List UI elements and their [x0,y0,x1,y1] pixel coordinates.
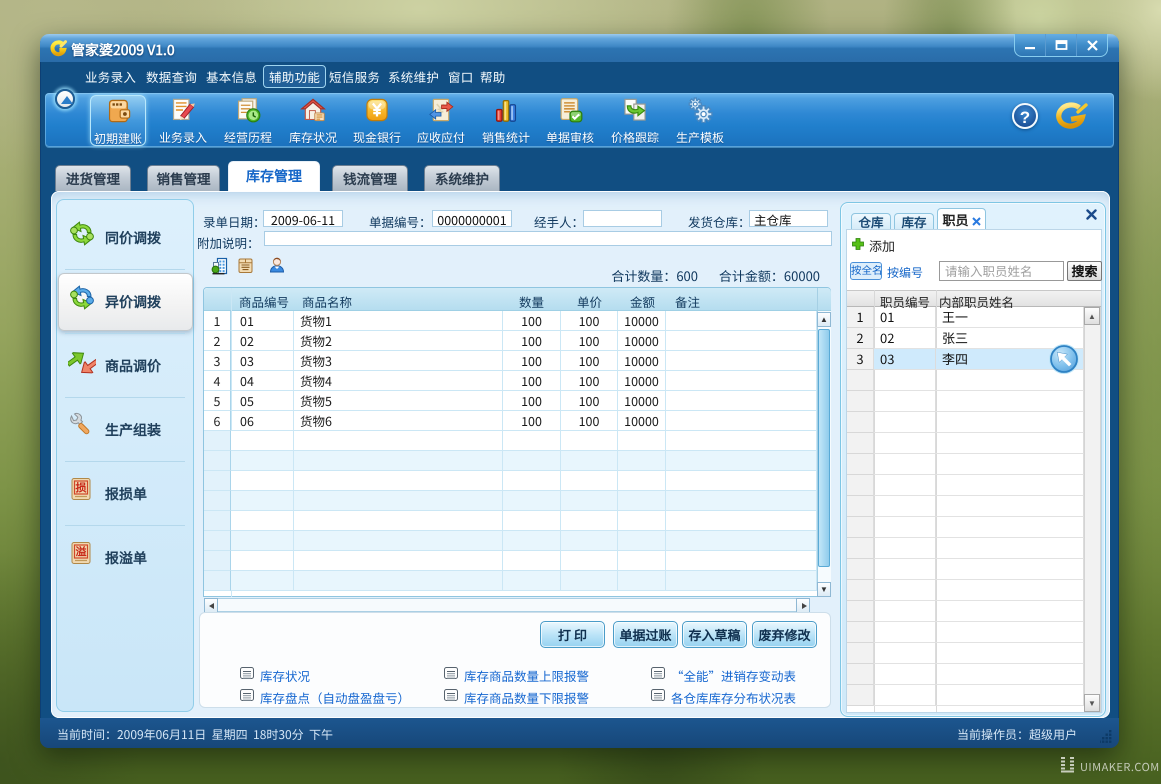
svg-text:溢: 溢 [76,544,87,560]
svg-text:损: 损 [76,480,87,496]
